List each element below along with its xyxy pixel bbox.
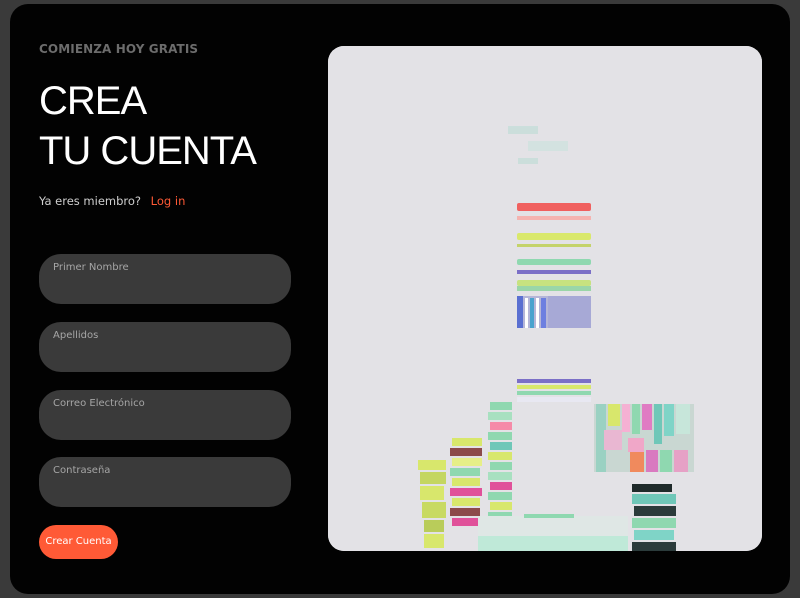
title-line-2: TU CUENTA [39,129,257,173]
email-placeholder: Correo Electrónico [53,398,145,409]
password-field[interactable]: Contraseña [39,457,291,507]
signup-page: COMIENZA HOY GRATIS CREA TU CUENTA Ya er… [10,4,790,594]
right-block-cluster [594,404,694,472]
email-field[interactable]: Correo Electrónico [39,390,291,440]
member-prompt: Ya eres miembro? Log in [39,194,185,208]
title-line-1: CREA [39,79,147,123]
first-name-placeholder: Primer Nombre [53,262,129,273]
create-account-button[interactable]: Crear Cuenta [39,525,118,559]
hero-illustration [328,46,762,551]
base-platform [478,514,628,551]
member-text: Ya eres miembro? [39,194,142,208]
last-name-placeholder: Apellidos [53,330,99,341]
signup-form-panel: COMIENZA HOY GRATIS CREA TU CUENTA Ya er… [39,4,299,594]
page-title: CREA TU CUENTA [39,76,257,176]
password-placeholder: Contraseña [53,465,111,476]
blocks-illustration [328,46,762,551]
login-link[interactable]: Log in [151,194,186,208]
eyebrow-label: COMIENZA HOY GRATIS [39,42,199,56]
last-name-field[interactable]: Apellidos [39,322,291,372]
first-name-field[interactable]: Primer Nombre [39,254,291,304]
